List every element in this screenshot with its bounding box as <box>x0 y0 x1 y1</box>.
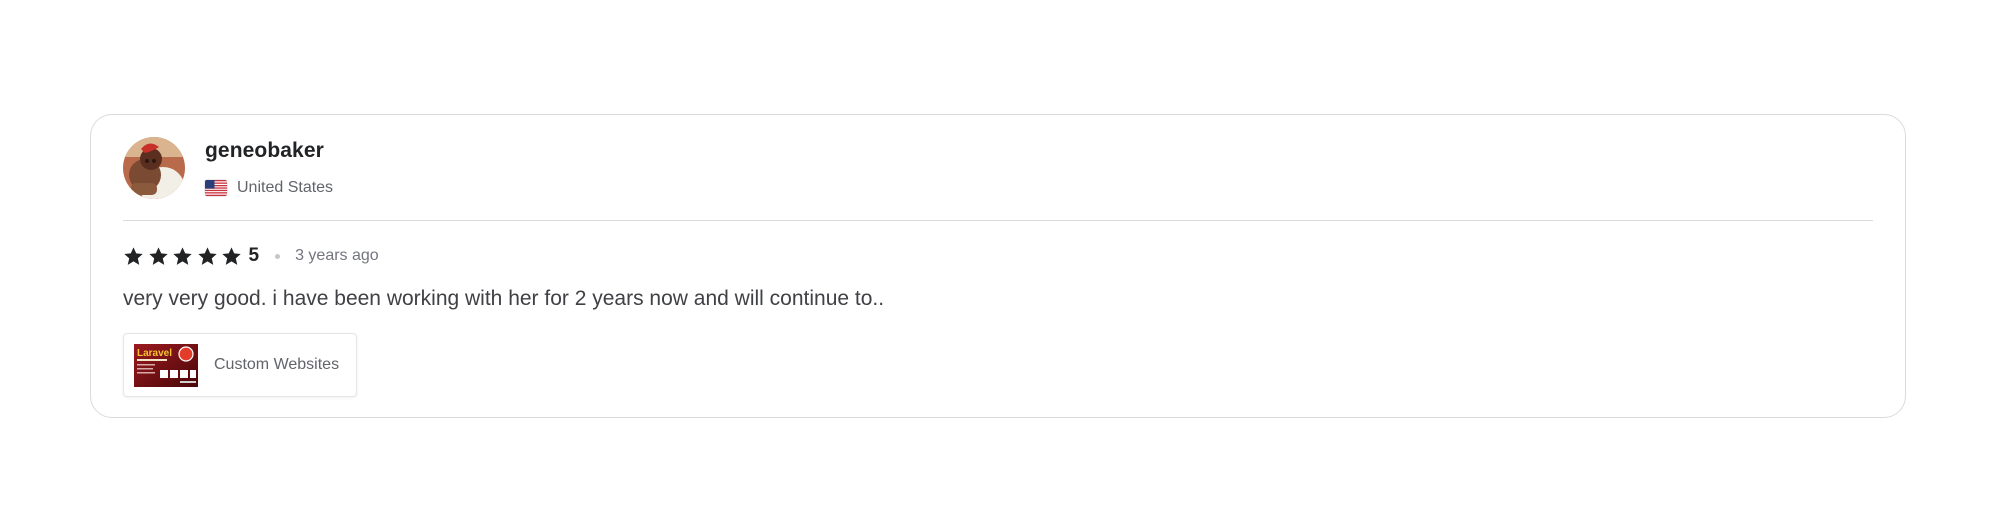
avatar-image <box>123 137 185 199</box>
review-card: geneobaker United States 5 3 years ago v… <box>90 114 1906 418</box>
gig-title: Custom Websites <box>214 356 340 373</box>
avatar[interactable] <box>123 137 185 199</box>
star-icon <box>123 246 144 267</box>
divider <box>123 220 1873 221</box>
gig-link[interactable]: Laravel Custom Websites <box>123 333 357 397</box>
country-name: United States <box>237 179 334 196</box>
star-icon <box>172 246 193 267</box>
star-icon <box>148 246 169 267</box>
review-time: 3 years ago <box>295 247 379 264</box>
gig-thumbnail-text: Laravel <box>137 348 172 359</box>
reviewer-country: United States <box>205 177 333 199</box>
gig-thumbnail: Laravel <box>134 343 198 387</box>
review-text: very very good. i have been working with… <box>123 287 885 310</box>
reviewer-username[interactable]: geneobaker <box>205 139 324 163</box>
rating-value: 5 <box>248 245 260 266</box>
us-flag-icon <box>205 180 227 196</box>
star-rating <box>123 246 246 267</box>
dot-separator <box>275 253 281 259</box>
rating-row: 5 3 years ago <box>123 241 379 271</box>
star-icon <box>197 246 218 267</box>
star-icon <box>221 246 242 267</box>
